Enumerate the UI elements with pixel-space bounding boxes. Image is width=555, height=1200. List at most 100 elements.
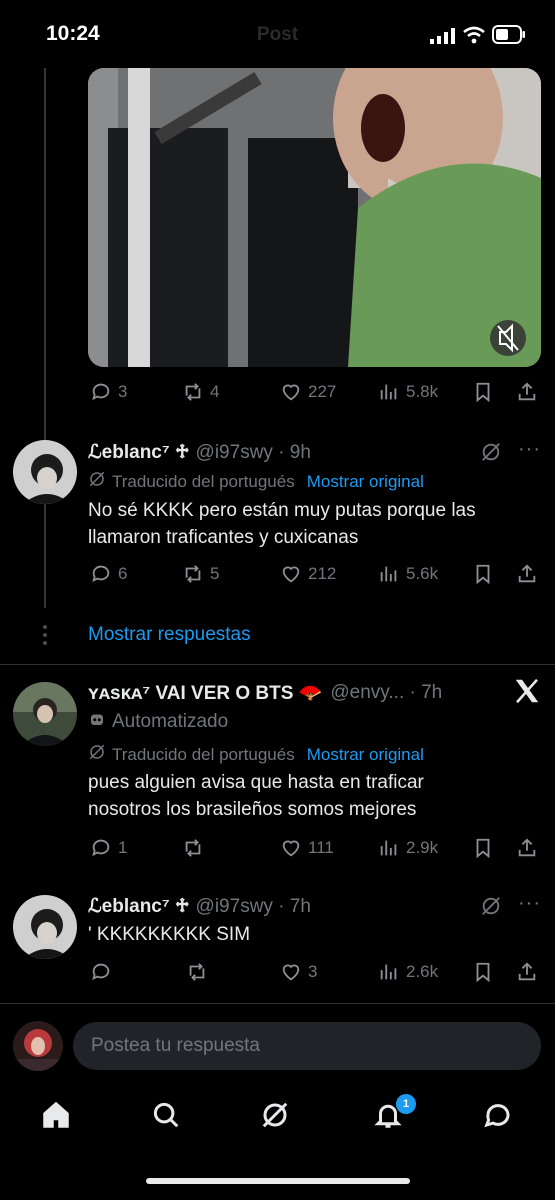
repost-icon — [185, 565, 201, 583]
share-icon — [518, 962, 536, 981]
like-count: 212 — [308, 564, 337, 583]
notifications-badge: 1 — [396, 1094, 416, 1114]
divider — [0, 1003, 555, 1004]
repost-button[interactable] — [186, 961, 208, 983]
bookmark-icon — [476, 962, 490, 983]
repost-count: 4 — [210, 382, 220, 401]
avatar[interactable] — [13, 440, 77, 504]
author-name[interactable]: ʏᴀsᴋᴀ⁷ VAI VER O BTS 🪭 — [88, 681, 322, 705]
post-text: No sé KKKK pero están muy putas porque l… — [88, 500, 476, 548]
grok-icon[interactable] — [480, 895, 502, 922]
reply-button[interactable] — [90, 961, 112, 983]
nav-grok[interactable] — [260, 1100, 290, 1135]
author-handle[interactable]: @envy... · 7h — [330, 682, 442, 704]
views-button[interactable]: 2.9k — [378, 837, 438, 859]
like-count: 111 — [308, 838, 334, 857]
more-options-icon[interactable]: ··· — [518, 438, 541, 461]
author-handle[interactable]: @i97swy · 9h — [196, 442, 311, 464]
heart-icon — [282, 840, 300, 857]
status-time: 10:24 — [46, 22, 100, 45]
search-icon — [153, 1102, 179, 1128]
show-replies-link[interactable]: Mostrar respuestas — [88, 624, 251, 646]
avatar[interactable] — [13, 895, 77, 959]
repost-button[interactable]: 5 — [182, 563, 219, 585]
nav-messages[interactable] — [483, 1100, 513, 1135]
views-icon — [380, 840, 397, 856]
more-options-icon[interactable]: ··· — [518, 892, 541, 915]
views-icon — [380, 384, 397, 400]
heart-icon — [282, 566, 300, 583]
bookmark-button[interactable] — [472, 961, 494, 983]
battery-icon — [492, 25, 526, 49]
views-button[interactable]: 5.8k — [378, 381, 438, 403]
like-button[interactable]: 227 — [280, 381, 336, 403]
reply-count: 6 — [118, 564, 128, 583]
my-avatar[interactable] — [13, 1021, 63, 1071]
share-icon — [518, 838, 536, 857]
reply-button[interactable]: 1 — [90, 837, 127, 859]
views-icon — [380, 566, 397, 582]
bookmark-icon — [476, 838, 490, 859]
avatar[interactable] — [13, 682, 77, 746]
grok-icon — [262, 1102, 288, 1128]
reply-button[interactable]: 3 — [90, 381, 127, 403]
views-count: 5.8k — [406, 382, 439, 401]
bookmark-button[interactable] — [472, 381, 494, 403]
home-icon — [43, 1101, 69, 1128]
translated-label: Traducido del portugués — [112, 744, 295, 764]
signal-icon — [430, 28, 456, 49]
show-original-link[interactable]: Mostrar original — [307, 745, 424, 765]
like-count: 227 — [308, 382, 337, 401]
like-button[interactable]: 212 — [280, 563, 336, 585]
author-handle[interactable]: @i97swy · 7h — [196, 896, 311, 918]
author-name[interactable]: ℒeblanc⁷ ♱ — [88, 441, 190, 464]
reply-count: 1 — [118, 838, 128, 857]
translated-label: Traducido del portugués — [112, 471, 295, 491]
views-count: 2.6k — [406, 962, 439, 981]
reply-button[interactable]: 6 — [90, 563, 127, 585]
views-button[interactable]: 2.6k — [378, 961, 438, 983]
share-button[interactable] — [516, 563, 538, 585]
share-button[interactable] — [516, 961, 538, 983]
views-count: 2.9k — [406, 838, 439, 857]
grok-icon[interactable] — [480, 441, 502, 468]
like-button[interactable]: 3 — [280, 961, 317, 983]
reply-icon — [92, 839, 110, 857]
author-name[interactable]: ℒeblanc⁷ ♱ — [88, 895, 190, 918]
repost-icon — [189, 963, 205, 981]
repost-button[interactable]: 4 — [182, 381, 219, 403]
reply-icon — [92, 963, 110, 981]
thread-line — [44, 68, 46, 608]
reply-input[interactable]: Postea tu respuesta — [73, 1022, 541, 1070]
x-logo-icon — [512, 676, 542, 711]
post-text: pues alguien avisa que hasta en traficar… — [88, 772, 424, 820]
message-icon — [484, 1104, 510, 1128]
nav-search[interactable] — [151, 1100, 181, 1135]
bookmark-icon — [476, 382, 490, 403]
bookmark-button[interactable] — [472, 837, 494, 859]
repost-button[interactable] — [182, 837, 204, 859]
translate-icon — [88, 743, 106, 766]
share-button[interactable] — [516, 381, 538, 403]
views-button[interactable]: 5.6k — [378, 563, 438, 585]
show-original-link[interactable]: Mostrar original — [307, 472, 424, 492]
repost-count: 5 — [210, 564, 220, 583]
bookmark-button[interactable] — [472, 563, 494, 585]
post-text: ' KKKKKKKKK SIM — [88, 924, 251, 945]
views-count: 5.6k — [406, 564, 439, 583]
like-count: 3 — [308, 962, 318, 981]
heart-icon — [282, 964, 300, 981]
wifi-icon — [462, 26, 486, 49]
like-button[interactable]: 111 — [280, 837, 334, 859]
post-video[interactable] — [88, 68, 541, 367]
reply-count: 3 — [118, 382, 128, 401]
repost-icon — [185, 383, 201, 401]
translate-icon — [88, 470, 106, 493]
mute-icon[interactable] — [490, 320, 526, 356]
nav-home[interactable] — [41, 1100, 71, 1135]
share-button[interactable] — [516, 837, 538, 859]
home-indicator — [146, 1178, 410, 1184]
bookmark-icon — [476, 564, 490, 585]
thread-dots — [42, 624, 48, 651]
reply-icon — [92, 565, 110, 583]
